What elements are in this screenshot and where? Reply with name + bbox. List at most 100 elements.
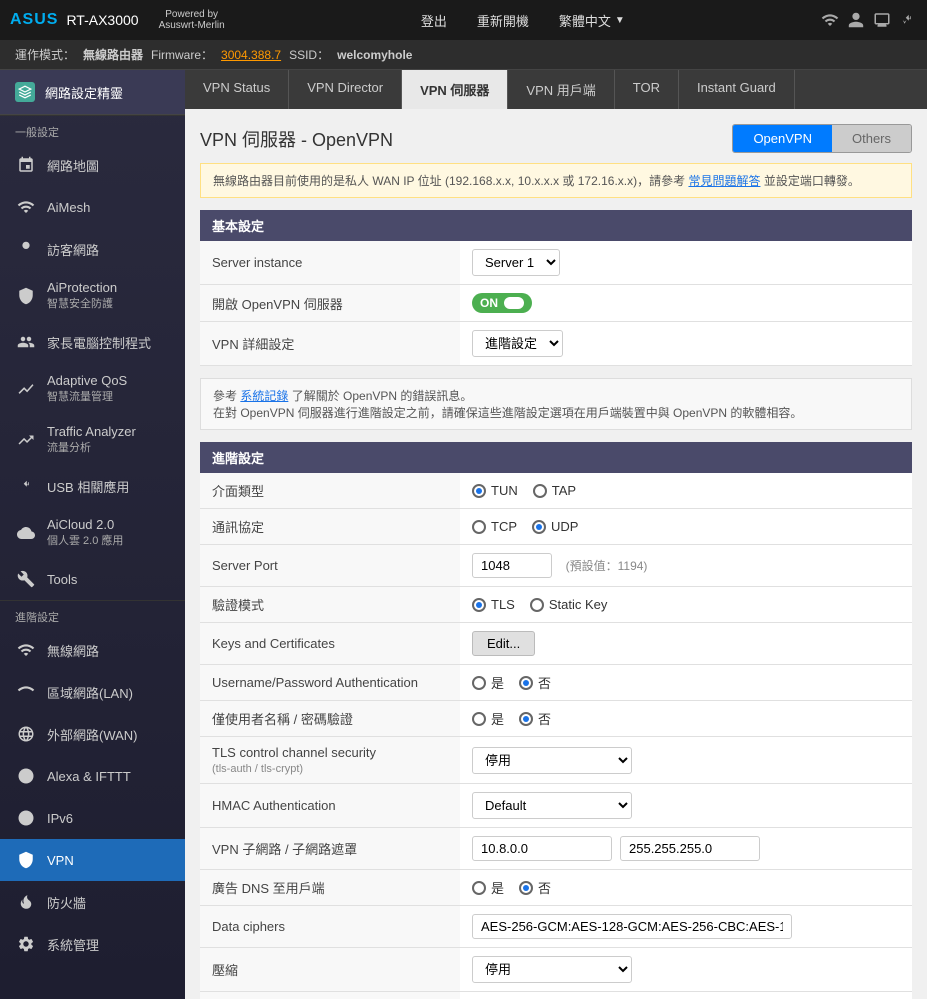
header: ASUS RT-AX3000 Powered by Asuswrt-Merlin… [0,0,927,40]
lan-icon [15,681,37,703]
server-port-input[interactable] [472,553,552,578]
tab-vpn-status[interactable]: VPN Status [185,70,289,109]
udp-radio-item[interactable]: UDP [532,519,578,534]
tls-radio-item[interactable]: TLS [472,597,515,612]
server-instance-select[interactable]: Server 1 Server 2 [472,249,560,276]
advert-dns-yes-circle [472,881,486,895]
cloud-icon [15,522,37,544]
reboot-link[interactable]: 重新開機 [477,11,529,30]
enable-openvpn-label: 開啟 OpenVPN 伺服器 [200,285,460,322]
sidebar-section-general: 一般設定 [0,115,185,144]
keys-certs-label: Keys and Certificates [200,623,460,665]
tab-vpn-server[interactable]: VPN 伺服器 [402,70,508,109]
sidebar-item-sublabel: 個人雲 2.0 應用 [47,532,123,548]
username-only-label: 僅使用者名稱 / 密碼驗證 [200,701,460,737]
openvpn-toggle-openvpn[interactable]: OpenVPN [733,125,832,152]
sidebar-item-alexa[interactable]: Alexa & IFTTT [0,755,185,797]
username-only-no-label: 否 [538,709,551,728]
sidebar-item-traffic-analyzer[interactable]: Traffic Analyzer 流量分析 [0,414,185,465]
compress-select[interactable]: 停用 [472,956,632,983]
username-auth-yes-label: 是 [491,673,504,692]
subnet-group [472,836,900,861]
tap-radio-circle [533,484,547,498]
tcp-radio-item[interactable]: TCP [472,519,517,534]
username-auth-label: Username/Password Authentication [200,665,460,701]
openvpn-toggle-others[interactable]: Others [832,125,911,152]
header-nav: 登出 重新開機 繁體中文 [421,11,625,30]
sidebar-item-wireless[interactable]: 無線網路 [0,629,185,671]
tab-vpn-client[interactable]: VPN 用戶端 [508,70,614,109]
sidebar-item-label: 防火牆 [47,893,86,912]
sidebar-item-network-map[interactable]: 網路地圖 [0,144,185,186]
wizard-icon [15,82,35,102]
syslog-link[interactable]: 系統記錄 [240,389,288,403]
tab-instant-guard[interactable]: Instant Guard [679,70,795,109]
tls-control-select[interactable]: 停用 [472,747,632,774]
guest-icon [15,238,37,260]
logout-link[interactable]: 登出 [421,11,447,30]
warning-text1: 無線路由器目前使用的是私人 WAN IP 位址 (192.168.x.x, 10… [213,174,685,188]
hmac-auth-label: HMAC Authentication [200,784,460,828]
aimesh-icon [15,196,37,218]
udp-label: UDP [551,519,578,534]
vpn-detail-label: VPN 詳細設定 [200,322,460,366]
sidebar-item-wan[interactable]: 外部網路(WAN) [0,713,185,755]
username-only-yes-label: 是 [491,709,504,728]
vpn-detail-select[interactable]: 進階設定 基本設定 [472,330,563,357]
advert-dns-row: 廣告 DNS 至用戶端 是 否 [200,870,912,906]
openvpn-toggle-group: OpenVPN Others [732,124,912,153]
page-title: VPN 伺服器 - OpenVPN [200,126,393,152]
shield-icon [15,285,37,307]
sidebar-item-aiprotection[interactable]: AiProtection 智慧安全防護 [0,270,185,321]
openvpn-enable-toggle[interactable]: ON [472,293,532,313]
sidebar-item-tools[interactable]: Tools [0,558,185,600]
enable-openvpn-row: 開啟 OpenVPN 伺服器 ON [200,285,912,322]
advert-dns-yes-item[interactable]: 是 [472,878,504,897]
sidebar-item-aicloud[interactable]: AiCloud 2.0 個人雲 2.0 應用 [0,507,185,558]
tun-radio-item[interactable]: TUN [472,483,518,498]
sidebar-wizard[interactable]: 網路設定精靈 [0,70,185,115]
sidebar-item-parental[interactable]: 家長電腦控制程式 [0,321,185,363]
firmware-label: Firmware： [151,46,213,63]
sidebar-item-label: 家長電腦控制程式 [47,333,151,352]
advert-dns-label: 廣告 DNS 至用戶端 [200,870,460,906]
server-port-label: Server Port [200,545,460,587]
language-selector[interactable]: 繁體中文 [559,11,625,30]
sidebar-item-lan[interactable]: 區域網路(LAN) [0,671,185,713]
sidebar-item-vpn[interactable]: VPN [0,839,185,881]
firmware-link[interactable]: 3004.388.7 [221,48,281,62]
udp-radio-circle [532,520,546,534]
sidebar-item-label: 網路地圖 [47,156,99,175]
data-ciphers-input[interactable] [472,914,792,939]
static-key-radio-item[interactable]: Static Key [530,597,608,612]
username-auth-yes-item[interactable]: 是 [472,673,504,692]
tap-radio-item[interactable]: TAP [533,483,576,498]
sidebar-item-aimesh[interactable]: AiMesh [0,186,185,228]
log-verbosity-label: Log verbosity [200,992,460,999]
username-only-no-item[interactable]: 否 [519,709,551,728]
sidebar-item-ipv6[interactable]: IPv6 [0,797,185,839]
sidebar-item-usb-apps[interactable]: USB 相關應用 [0,465,185,507]
sidebar-section-advanced: 進階設定 [0,600,185,629]
warning-link[interactable]: 常見問題解答 [688,174,760,188]
subnet-input[interactable] [472,836,612,861]
hmac-auth-select[interactable]: Default [472,792,632,819]
username-only-yes-item[interactable]: 是 [472,709,504,728]
log-verbosity-row: Log verbosity (Between 0 and 6. Default:… [200,992,912,999]
username-auth-no-item[interactable]: 否 [519,673,551,692]
vpn-subnet-row: VPN 子網路 / 子網路遮罩 [200,828,912,870]
tab-tor[interactable]: TOR [615,70,679,109]
basic-settings-table: Server instance Server 1 Server 2 開啟 Ope… [200,241,912,366]
edit-keys-button[interactable]: Edit... [472,631,535,656]
sidebar-item-sysmanage[interactable]: 系統管理 [0,923,185,965]
tap-label: TAP [552,483,576,498]
subnet-mask-input[interactable] [620,836,760,861]
auth-mode-label: 驗證模式 [200,587,460,623]
sidebar-item-firewall[interactable]: 防火牆 [0,881,185,923]
tab-vpn-director[interactable]: VPN Director [289,70,402,109]
advert-dns-radio-group: 是 否 [472,878,900,897]
username-auth-no-circle [519,676,533,690]
advert-dns-no-item[interactable]: 否 [519,878,551,897]
sidebar-item-guest-network[interactable]: 訪客網路 [0,228,185,270]
sidebar-item-adaptive-qos[interactable]: Adaptive QoS 智慧流量管理 [0,363,185,414]
